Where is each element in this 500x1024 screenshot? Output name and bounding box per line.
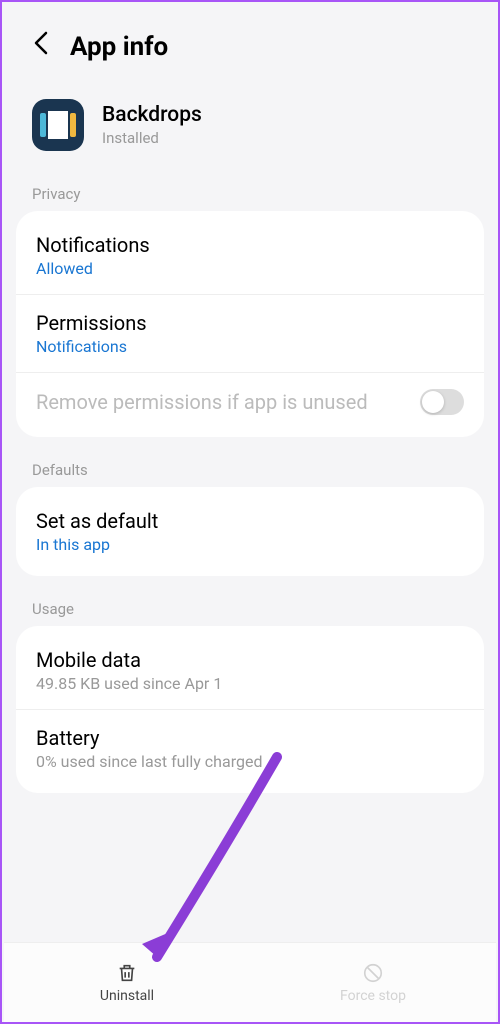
trash-icon bbox=[116, 962, 138, 984]
app-status: Installed bbox=[102, 129, 202, 147]
force-stop-button: Force stop bbox=[250, 943, 496, 1022]
back-button[interactable] bbox=[32, 30, 50, 63]
mobile-data-value: 49.85 KB used since Apr 1 bbox=[36, 674, 464, 693]
notifications-title: Notifications bbox=[36, 233, 464, 257]
remove-permissions-row[interactable]: Remove permissions if app is unused bbox=[16, 373, 484, 431]
app-name: Backdrops bbox=[102, 103, 202, 127]
uninstall-button[interactable]: Uninstall bbox=[4, 943, 250, 1022]
notifications-value: Allowed bbox=[36, 259, 464, 278]
page-title: App info bbox=[70, 32, 168, 62]
privacy-card: Notifications Allowed Permissions Notifi… bbox=[16, 211, 484, 437]
mobile-data-title: Mobile data bbox=[36, 648, 464, 672]
remove-permissions-title: Remove permissions if app is unused bbox=[36, 390, 420, 414]
set-default-title: Set as default bbox=[36, 509, 464, 533]
mobile-data-row[interactable]: Mobile data 49.85 KB used since Apr 1 bbox=[16, 632, 484, 710]
battery-value: 0% used since last fully charged bbox=[36, 752, 464, 771]
battery-title: Battery bbox=[36, 726, 464, 750]
section-label-privacy: Privacy bbox=[2, 175, 498, 211]
app-header: Backdrops Installed bbox=[2, 81, 498, 175]
remove-permissions-toggle[interactable] bbox=[420, 389, 464, 415]
uninstall-label: Uninstall bbox=[100, 988, 154, 1004]
defaults-card: Set as default In this app bbox=[16, 487, 484, 576]
stop-icon bbox=[362, 962, 384, 984]
section-label-defaults: Defaults bbox=[2, 451, 498, 487]
section-label-usage: Usage bbox=[2, 590, 498, 626]
battery-row[interactable]: Battery 0% used since last fully charged bbox=[16, 710, 484, 787]
force-stop-label: Force stop bbox=[340, 988, 406, 1004]
permissions-value: Notifications bbox=[36, 337, 464, 356]
notifications-row[interactable]: Notifications Allowed bbox=[16, 217, 484, 295]
app-icon bbox=[32, 99, 84, 151]
set-default-row[interactable]: Set as default In this app bbox=[16, 493, 484, 570]
set-default-value: In this app bbox=[36, 535, 464, 554]
permissions-title: Permissions bbox=[36, 311, 464, 335]
permissions-row[interactable]: Permissions Notifications bbox=[16, 295, 484, 373]
usage-card: Mobile data 49.85 KB used since Apr 1 Ba… bbox=[16, 626, 484, 793]
bottom-bar: Uninstall Force stop bbox=[4, 942, 496, 1022]
